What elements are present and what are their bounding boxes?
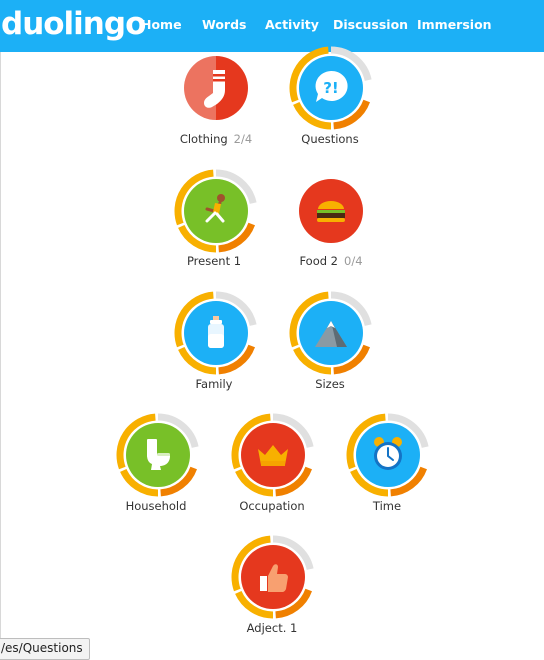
skill-label: Questions: [265, 132, 395, 146]
skill-disc: ?!: [299, 56, 363, 120]
skill-present-1[interactable]: [174, 169, 258, 253]
crown-icon: [258, 445, 288, 466]
skill-label: Time: [322, 499, 452, 513]
thumbs-up-icon: [260, 564, 288, 592]
skill-disc: [184, 56, 248, 120]
skill-family[interactable]: [174, 291, 258, 375]
nav-home[interactable]: Home: [141, 17, 182, 33]
skill-disc: [299, 301, 363, 365]
sock-icon: [204, 70, 225, 108]
skill-adject-1[interactable]: [231, 535, 315, 619]
skill-household[interactable]: [116, 413, 200, 497]
skill-time[interactable]: [346, 413, 430, 497]
page-left-border: [0, 52, 1, 642]
skill-occupation[interactable]: [231, 413, 315, 497]
skill-label: Present 1: [149, 254, 279, 268]
skill-name: Family: [195, 377, 233, 391]
skill-label: Household: [91, 499, 221, 513]
skill-sizes[interactable]: [289, 291, 373, 375]
duolingo-logo[interactable]: duolingo: [1, 4, 146, 44]
nav-discussion[interactable]: Discussion: [333, 17, 408, 33]
skill-disc: [126, 423, 190, 487]
skill-disc: [241, 545, 305, 609]
skill-label: Adject. 1: [207, 621, 337, 635]
nav-immersion[interactable]: Immersion: [417, 17, 492, 33]
skill-progress: 2/4: [233, 132, 253, 146]
skill-name: Present 1: [186, 254, 242, 268]
skill-disc: [299, 179, 363, 243]
skill-label: Occupation: [207, 499, 337, 513]
question-bubble-icon: ?!: [315, 70, 348, 102]
skill-disc: [184, 301, 248, 365]
skill-name: Food 2: [299, 254, 339, 268]
mountain-icon: [315, 321, 347, 347]
runner-icon: [205, 194, 225, 223]
skill-label: Clothing 2/4: [151, 132, 281, 146]
skill-name: Time: [372, 499, 402, 513]
skill-food-2[interactable]: [289, 169, 373, 253]
toilet-icon: [147, 439, 170, 470]
skill-label: Family: [149, 377, 279, 391]
skill-disc: [184, 179, 248, 243]
skill-label: Food 2 0/4: [266, 254, 396, 268]
nav-words[interactable]: Words: [202, 17, 246, 33]
status-url-tooltip: /es/Questions: [0, 638, 90, 660]
hamburger-icon: [317, 201, 345, 222]
top-nav-bar: duolingo Home Words Activity Discussion …: [0, 0, 544, 52]
skill-clothing[interactable]: [174, 46, 258, 130]
skill-progress: 0/4: [344, 254, 363, 268]
nav-activity[interactable]: Activity: [265, 17, 319, 33]
skill-name: Questions: [301, 132, 359, 146]
skill-name: Occupation: [239, 499, 305, 513]
skill-disc: [241, 423, 305, 487]
skill-disc: [356, 423, 420, 487]
svg-text:?!: ?!: [323, 79, 339, 97]
skill-label: Sizes: [265, 377, 395, 391]
alarm-clock-icon: [374, 437, 402, 470]
baby-bottle-icon: [208, 316, 224, 348]
skill-questions[interactable]: ?!: [289, 46, 373, 130]
skill-name: Sizes: [315, 377, 345, 391]
skill-name: Clothing: [179, 132, 228, 146]
skill-name: Adject. 1: [246, 621, 298, 635]
skill-name: Household: [125, 499, 187, 513]
